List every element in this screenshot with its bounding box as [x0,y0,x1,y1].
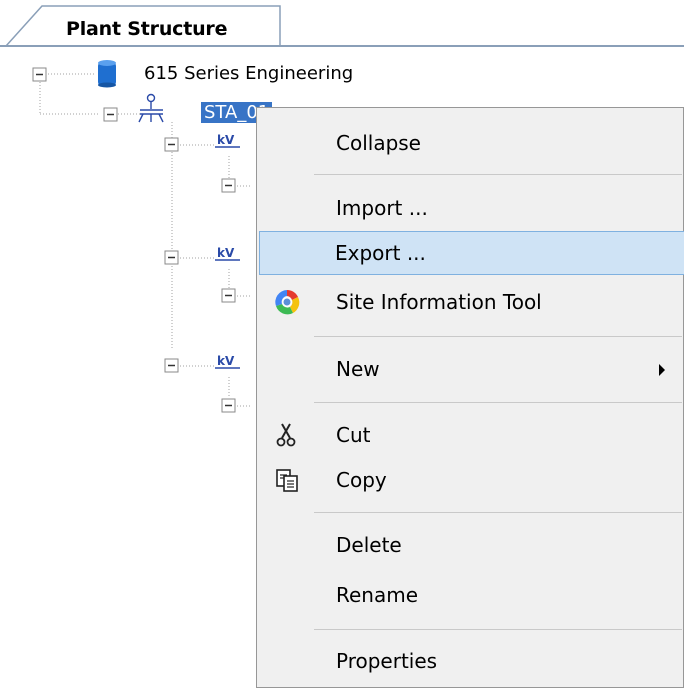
menu-item-properties[interactable]: Properties [259,639,684,683]
scissors-icon [276,423,296,447]
menu-item-label: Collapse [336,131,421,155]
menu-item-label: Import ... [336,196,428,220]
tab-underline [0,45,684,47]
menu-item-import[interactable]: Import ... [259,186,684,230]
tab-plant-structure[interactable]: Plant Structure [66,18,227,40]
menu-separator [314,629,682,630]
menu-item-label: Export ... [335,241,426,265]
context-menu: Collapse Import ... Export ... Site Info… [256,107,684,688]
voltage-level-icon: kV kV kV [215,133,240,369]
menu-item-label: Copy [336,468,387,492]
menu-item-label: Cut [336,423,371,447]
menu-item-site-information-tool[interactable]: Site Information Tool [259,280,684,324]
svg-text:kV: kV [217,133,235,147]
menu-item-label: Delete [336,533,402,557]
menu-item-label: Properties [336,649,438,673]
menu-separator [314,336,682,337]
database-icon [98,60,116,88]
menu-item-cut[interactable]: Cut [259,413,684,457]
menu-separator [314,512,682,513]
menu-separator [314,174,682,175]
menu-item-collapse[interactable]: Collapse [259,121,684,165]
svg-text:kV: kV [217,246,235,260]
menu-item-rename[interactable]: Rename [259,573,684,617]
tree-node-root[interactable]: 615 Series Engineering [144,63,353,84]
menu-item-label: Site Information Tool [336,290,542,314]
svg-text:kV: kV [217,354,235,368]
menu-item-new[interactable]: New [259,347,684,391]
submenu-arrow-icon [659,364,665,376]
menu-item-label: Rename [336,583,419,607]
menu-item-delete[interactable]: Delete [259,523,684,567]
copy-icon [276,469,298,492]
site-information-tool-icon [275,289,300,315]
station-icon [138,93,164,123]
menu-separator [314,402,682,403]
menu-item-export[interactable]: Export ... [259,231,684,275]
tab-strip: Plant Structure [0,0,684,48]
menu-item-copy[interactable]: Copy [259,458,684,502]
menu-item-label: New [336,357,380,381]
